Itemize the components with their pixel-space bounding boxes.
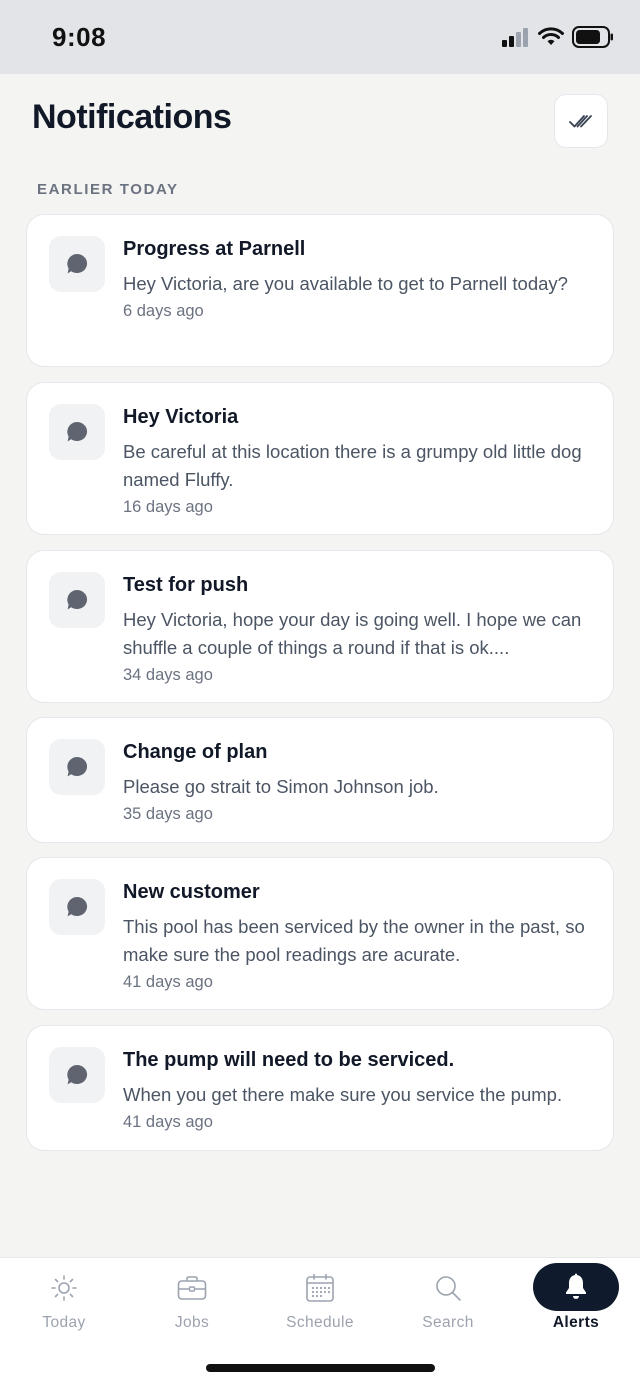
notification-time: 35 days ago: [123, 805, 213, 823]
search-icon: [436, 1276, 461, 1301]
home-indicator: [206, 1364, 435, 1372]
notification-title: Progress at Parnell: [123, 238, 306, 260]
nav-item-jobs[interactable]: Jobs: [128, 1258, 256, 1348]
nav-label: Schedule: [286, 1314, 354, 1331]
notification-body-wrap: Hey Victoria, are you available to get t…: [123, 270, 599, 324]
notification-card[interactable]: New customer This pool has been serviced…: [26, 857, 614, 1010]
notification-icon-box: [49, 879, 105, 935]
status-bar: 9:08: [0, 0, 640, 74]
cellular-signal-icon: [502, 28, 528, 47]
notification-body-wrap: Please go strait to Simon Johnson job. 3…: [123, 773, 599, 827]
chat-bubble-icon: [67, 421, 88, 442]
nav-label: Today: [42, 1314, 86, 1331]
double-check-icon: [569, 115, 592, 128]
wifi-icon: [538, 27, 564, 45]
chat-bubble-icon: [67, 253, 88, 274]
page-title: Notifications: [32, 98, 232, 136]
nav-label: Search: [422, 1314, 474, 1331]
chat-bubble-icon: [67, 756, 88, 777]
notification-card[interactable]: Hey Victoria Be careful at this location…: [26, 382, 614, 535]
briefcase-icon: [177, 1276, 207, 1300]
calendar-icon: [306, 1273, 334, 1302]
notification-body-wrap: Be careful at this location there is a g…: [123, 438, 599, 520]
notification-time: 6 days ago: [123, 302, 204, 320]
mark-all-read-button[interactable]: [554, 94, 608, 148]
notification-icon-box: [49, 1047, 105, 1103]
nav-item-search[interactable]: Search: [384, 1258, 512, 1348]
notification-card[interactable]: Progress at Parnell Hey Victoria, are yo…: [26, 214, 614, 367]
bell-icon: [566, 1273, 586, 1299]
notification-icon-box: [49, 572, 105, 628]
notification-time: 41 days ago: [123, 973, 213, 991]
nav-active-pill[interactable]: [533, 1263, 619, 1311]
nav-label: Jobs: [174, 1314, 210, 1331]
notification-time: 41 days ago: [123, 1113, 213, 1131]
status-time: 9:08: [52, 22, 107, 52]
nav-label: Alerts: [552, 1314, 600, 1331]
battery-icon: [572, 26, 613, 48]
notification-time: 34 days ago: [123, 666, 213, 684]
notification-title: Test for push: [123, 574, 249, 596]
notification-title: New customer: [123, 881, 260, 903]
notification-time: 16 days ago: [123, 498, 213, 516]
chat-bubble-icon: [67, 1064, 88, 1085]
notification-body: Please go strait to Simon Johnson job.: [123, 776, 439, 797]
nav-item-today[interactable]: Today: [0, 1258, 128, 1348]
notification-body: Hey Victoria, are you available to get t…: [123, 273, 568, 294]
notification-title: Change of plan: [123, 741, 268, 763]
notification-icon-box: [49, 404, 105, 460]
notification-body: Hey Victoria, hope your day is going wel…: [123, 609, 582, 658]
chat-bubble-icon: [67, 589, 88, 610]
notification-card[interactable]: The pump will need to be serviced. When …: [26, 1025, 614, 1151]
notification-body: Be careful at this location there is a g…: [123, 441, 582, 490]
notification-body: This pool has been serviced by the owner…: [123, 916, 585, 965]
notification-title: Hey Victoria: [123, 406, 239, 428]
notification-icon-box: [49, 236, 105, 292]
notification-body-wrap: Hey Victoria, hope your day is going wel…: [123, 606, 599, 688]
sun-icon: [51, 1275, 77, 1301]
notification-body-wrap: When you get there make sure you service…: [123, 1081, 599, 1135]
notification-body: When you get there make sure you service…: [123, 1084, 563, 1105]
notification-card[interactable]: Test for push Hey Victoria, hope your da…: [26, 550, 614, 703]
notification-title: The pump will need to be serviced.: [123, 1049, 455, 1071]
notification-body-wrap: This pool has been serviced by the owner…: [123, 913, 599, 995]
status-icons: [502, 26, 614, 48]
nav-item-schedule[interactable]: Schedule: [256, 1258, 384, 1348]
chat-bubble-icon: [67, 896, 88, 917]
section-label: EARLIER TODAY: [37, 181, 179, 198]
notification-card[interactable]: Change of plan Please go strait to Simon…: [26, 717, 614, 843]
notification-icon-box: [49, 739, 105, 795]
